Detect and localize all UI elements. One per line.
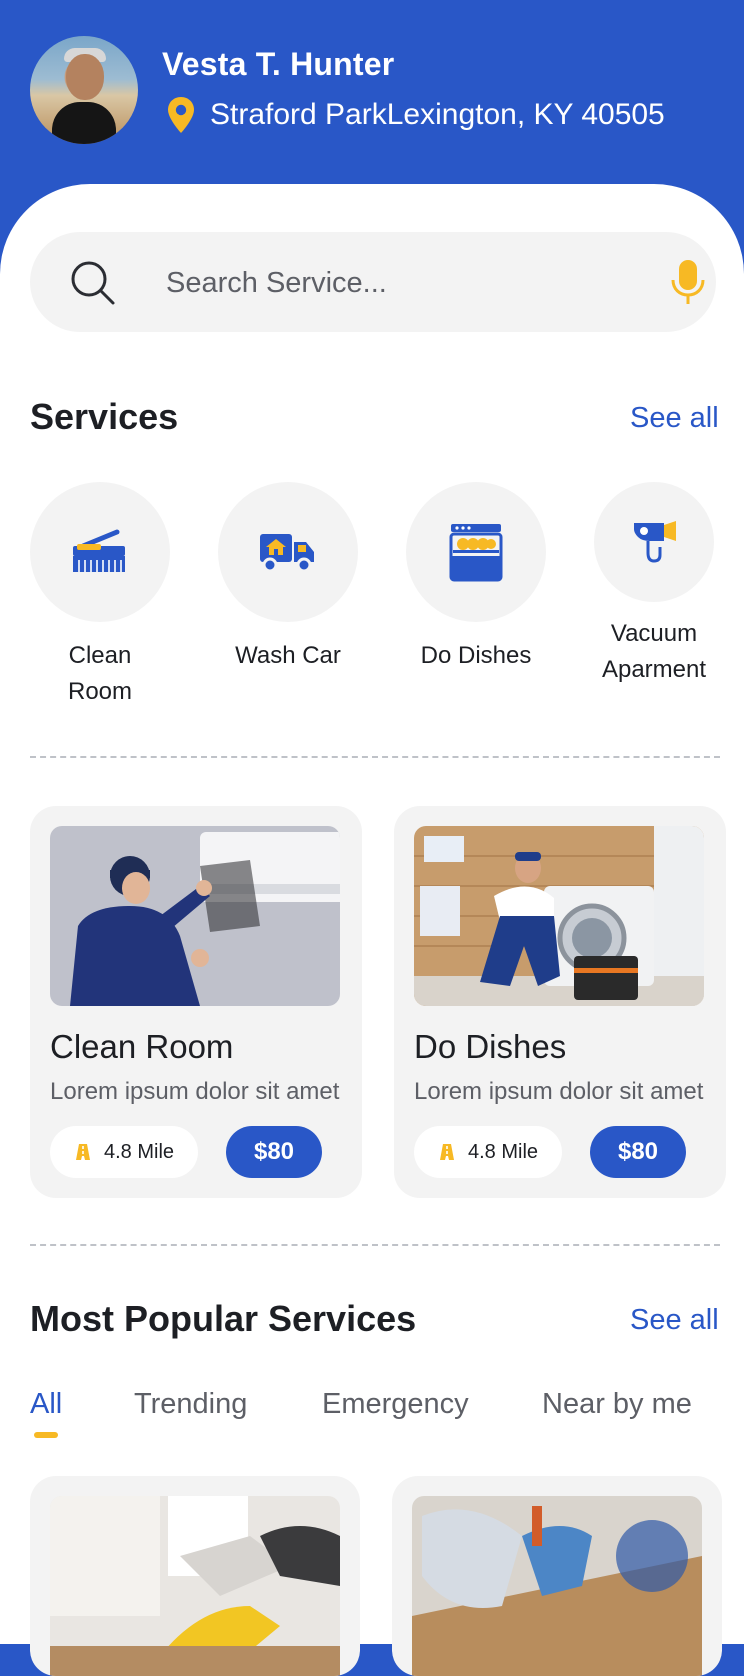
location-pin-icon: [168, 97, 194, 133]
road-icon: [76, 1144, 90, 1160]
card-description: Lorem ipsum dolor sit amet: [414, 1078, 704, 1105]
tab-emergency[interactable]: Emergency: [322, 1388, 469, 1421]
broom-brush-icon: [73, 529, 125, 572]
service-label: Do Dishes: [420, 642, 532, 669]
dishwasher-icon: [449, 524, 503, 582]
service-wash-car[interactable]: Wash Car: [208, 482, 368, 674]
active-tab-indicator: [34, 1432, 58, 1438]
service-clean-room[interactable]: Clean Room: [20, 482, 180, 710]
user-name: Vesta T. Hunter: [162, 46, 395, 82]
section-divider: [30, 756, 720, 758]
card-description: Lorem ipsum dolor sit amet: [50, 1078, 340, 1105]
service-do-dishes[interactable]: Do Dishes: [396, 482, 556, 674]
service-icon-circle: [30, 482, 170, 622]
delivery-truck-icon: [260, 534, 314, 573]
popular-card[interactable]: [392, 1476, 722, 1676]
services-see-all-link[interactable]: See all: [630, 402, 719, 435]
service-label: Clean Room: [67, 642, 133, 705]
profile-header: Vesta T. Hunter Straford ParkLexington, …: [0, 0, 744, 200]
tab-near-by-me[interactable]: Near by me: [542, 1388, 692, 1421]
repairman-fixing-washing-machine-image: [414, 826, 704, 1006]
avatar[interactable]: [30, 36, 138, 144]
price-button[interactable]: $80: [590, 1126, 686, 1178]
tab-all[interactable]: All: [30, 1388, 62, 1421]
user-location[interactable]: Straford ParkLexington, KY 40505: [166, 96, 665, 134]
distance-badge: 4.8 Mile: [50, 1126, 198, 1178]
cleaning-table-image: [50, 1496, 340, 1676]
tab-trending[interactable]: Trending: [134, 1388, 247, 1421]
service-icon-circle: [218, 482, 358, 622]
search-icon: [71, 261, 115, 305]
technician-cleaning-air-conditioner-image: [50, 826, 340, 1006]
microphone-icon[interactable]: [670, 258, 706, 306]
user-address: Straford ParkLexington, KY 40505: [210, 98, 665, 131]
search-bar[interactable]: [30, 232, 716, 332]
cleaning-surface-image: [412, 1496, 702, 1676]
featured-card-clean-room[interactable]: Clean Room Lorem ipsum dolor sit amet 4.…: [30, 806, 362, 1198]
service-label: Wash Car: [235, 642, 341, 669]
section-divider: [30, 1244, 720, 1246]
card-title: Do Dishes: [414, 1028, 567, 1065]
distance-badge: 4.8 Mile: [414, 1126, 562, 1178]
search-input[interactable]: [164, 258, 628, 308]
vacuum-icon: [634, 521, 676, 563]
popular-card[interactable]: [30, 1476, 360, 1676]
service-icon-circle: [406, 482, 546, 622]
service-icon-circle: [594, 482, 714, 602]
price-button[interactable]: $80: [226, 1126, 322, 1178]
service-vacuum-apartment[interactable]: Vacuum Aparment: [574, 482, 734, 688]
service-label: Vacuum Aparment: [601, 620, 707, 683]
road-icon: [440, 1144, 454, 1160]
card-title: Clean Room: [50, 1028, 234, 1065]
popular-see-all-link[interactable]: See all: [630, 1304, 719, 1337]
services-title: Services: [30, 396, 179, 437]
distance-text: 4.8 Mile: [468, 1140, 539, 1163]
avatar-face: [66, 54, 104, 100]
distance-text: 4.8 Mile: [104, 1140, 175, 1163]
avatar-shirt: [52, 102, 116, 144]
popular-filter-tabs: All Trending Emergency Near by me: [30, 1388, 720, 1438]
featured-card-do-dishes[interactable]: Do Dishes Lorem ipsum dolor sit amet 4.8…: [394, 806, 726, 1198]
popular-title: Most Popular Services: [30, 1298, 417, 1339]
